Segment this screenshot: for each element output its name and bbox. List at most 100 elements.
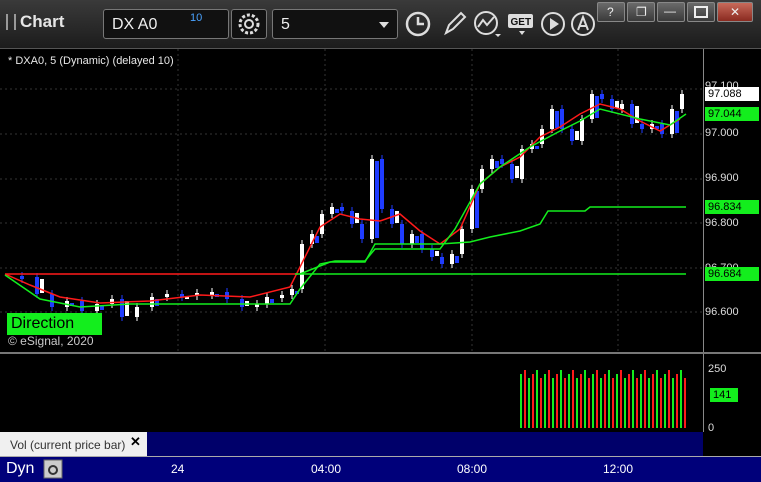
volume-bar xyxy=(636,378,638,428)
price-tick: 97.000 xyxy=(705,127,739,139)
time-axis[interactable]: Dyn 24 04:00 08:00 12:00 xyxy=(0,456,761,482)
volume-pane[interactable] xyxy=(0,354,703,432)
settings-button[interactable] xyxy=(231,9,267,39)
price-candle xyxy=(380,159,384,209)
drag-handle[interactable] xyxy=(6,14,16,30)
price-candle xyxy=(415,236,419,243)
volume-bar xyxy=(584,370,586,428)
volume-bar xyxy=(680,370,682,428)
dyn-label: Dyn xyxy=(6,460,35,477)
price-candle xyxy=(570,129,574,141)
maximize-button[interactable] xyxy=(687,2,715,22)
volume-bar xyxy=(588,378,590,428)
volume-bar xyxy=(632,370,634,428)
price-candle xyxy=(450,254,454,264)
price-candle xyxy=(420,234,424,249)
price-axis[interactable]: 97.100 97.000 96.900 96.800 96.700 96.60… xyxy=(703,49,761,353)
interval-value: 5 xyxy=(281,16,290,33)
gear-icon xyxy=(238,13,260,35)
price-chart-canvas xyxy=(0,49,703,353)
price-candle xyxy=(335,209,339,213)
volume-bar xyxy=(620,370,622,428)
volume-bar xyxy=(672,378,674,428)
study-button[interactable] xyxy=(472,9,504,39)
volume-bar xyxy=(552,378,554,428)
interval-select[interactable]: 5 xyxy=(272,9,398,39)
volume-bar xyxy=(592,374,594,428)
price-chart[interactable] xyxy=(0,49,703,353)
price-candle xyxy=(555,111,559,128)
ma-fast-badge: 97.044 xyxy=(705,107,759,121)
get-icon: GET xyxy=(508,14,533,35)
cursor-icon xyxy=(571,12,595,36)
price-candle xyxy=(135,307,139,317)
price-candle xyxy=(360,224,364,239)
help-button[interactable]: ? xyxy=(597,2,625,22)
price-candle xyxy=(280,295,284,298)
volume-bar xyxy=(616,374,618,428)
volume-axis[interactable]: 250 141 0 xyxy=(703,354,761,434)
lock-icon[interactable] xyxy=(43,459,63,479)
price-candle xyxy=(550,109,554,129)
volume-bar xyxy=(664,374,666,428)
price-candle xyxy=(430,249,434,257)
price-tick: 96.900 xyxy=(705,172,739,184)
volume-bar xyxy=(652,374,654,428)
price-tick: 96.600 xyxy=(705,306,739,318)
volume-study-tab[interactable]: Vol (current price bar) ✕ xyxy=(0,432,147,456)
volume-bar xyxy=(572,370,574,428)
price-candle xyxy=(125,301,129,316)
price-candle xyxy=(270,299,274,303)
price-candle xyxy=(240,299,244,307)
volume-bar xyxy=(548,370,550,428)
svg-text:GET: GET xyxy=(511,17,532,28)
draw-button[interactable] xyxy=(440,9,472,39)
volume-tick: 250 xyxy=(708,363,727,375)
play-button[interactable] xyxy=(538,9,570,39)
volume-bar xyxy=(684,378,686,428)
price-candle xyxy=(265,297,269,304)
volume-footer xyxy=(147,432,703,456)
close-icon[interactable]: ✕ xyxy=(130,434,141,450)
volume-bar xyxy=(660,378,662,428)
study-label: * DXA0, 5 (Dynamic) (delayed 10) xyxy=(8,55,174,67)
volume-bar xyxy=(560,370,562,428)
price-candle xyxy=(375,161,379,238)
price-candle xyxy=(500,159,504,164)
get-button[interactable]: GET xyxy=(506,9,536,39)
price-candle xyxy=(165,294,169,297)
pencil-icon xyxy=(444,11,467,36)
price-candle xyxy=(435,251,439,256)
price-candle xyxy=(460,229,464,254)
restore-button[interactable]: ❐ xyxy=(627,2,655,22)
price-candle xyxy=(35,277,39,294)
last-price-badge: 97.088 xyxy=(705,87,759,101)
price-candle xyxy=(340,207,344,211)
volume-bar xyxy=(608,370,610,428)
price-candle xyxy=(490,159,494,169)
cursor-button[interactable] xyxy=(568,9,600,39)
price-candle xyxy=(670,109,674,134)
time-label: 04:00 xyxy=(311,462,342,476)
volume-bar xyxy=(536,370,538,428)
volume-bar xyxy=(600,378,602,428)
volume-bar xyxy=(604,374,606,428)
price-candle xyxy=(620,104,624,109)
volume-bar xyxy=(580,374,582,428)
close-button[interactable]: ✕ xyxy=(717,2,753,22)
price-candle xyxy=(100,306,104,310)
time-button[interactable] xyxy=(402,9,434,39)
price-candle xyxy=(575,131,579,140)
symbol-field[interactable]: DX A0 10 xyxy=(103,9,229,39)
price-candle xyxy=(680,94,684,109)
upper-band-badge: 96.834 xyxy=(705,200,759,214)
price-candle xyxy=(600,94,604,99)
minimize-button[interactable]: — xyxy=(657,2,685,22)
price-candle xyxy=(475,191,479,228)
close-icon: ✕ xyxy=(730,5,741,19)
direction-badge: Direction xyxy=(7,313,102,335)
lower-band-badge: 96.684 xyxy=(705,267,759,281)
volume-bar xyxy=(532,374,534,428)
window-title: Chart xyxy=(20,12,65,31)
price-candle xyxy=(535,146,539,149)
